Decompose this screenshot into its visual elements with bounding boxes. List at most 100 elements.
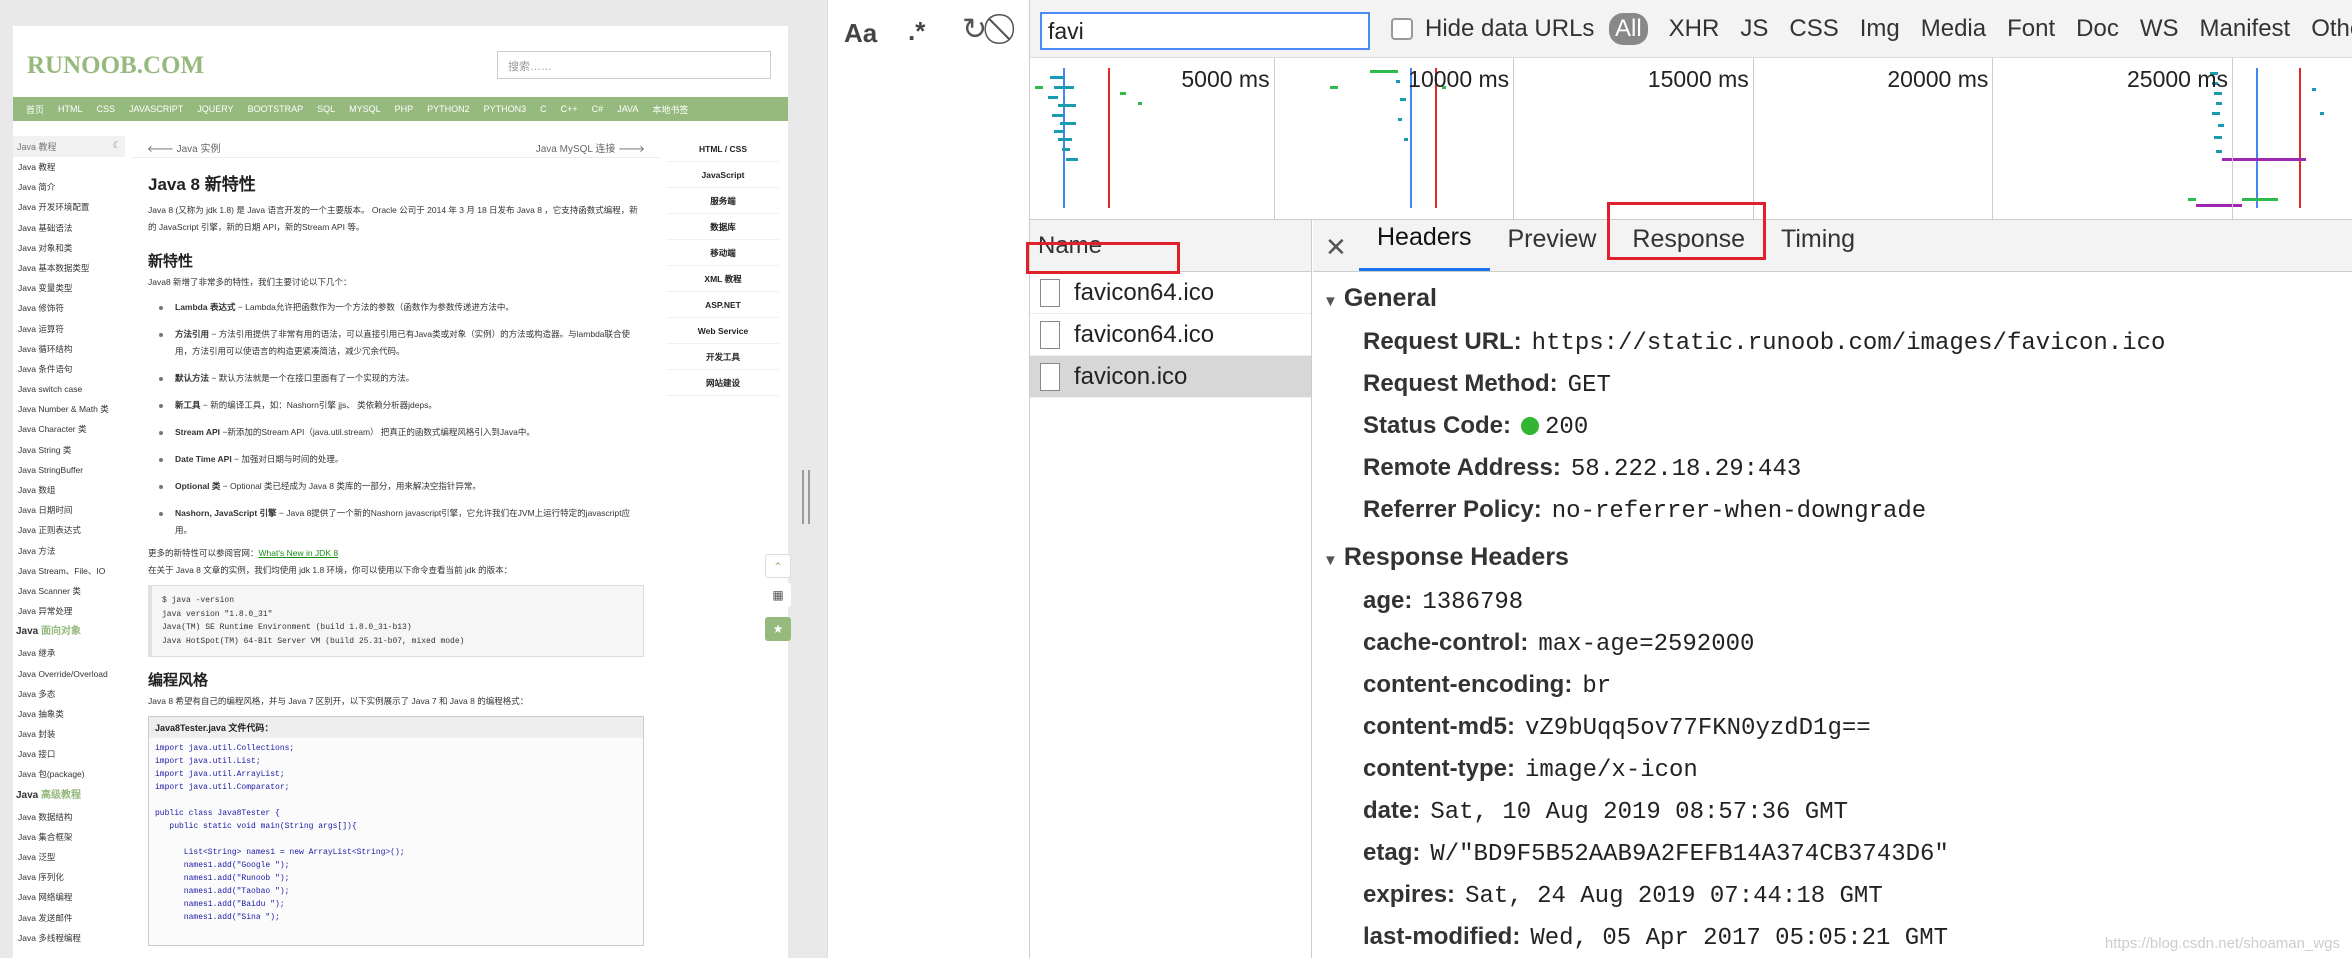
type-filter-media[interactable]: Media [1921, 15, 1986, 43]
topnav-item[interactable]: JAVASCRIPT [129, 104, 183, 114]
topnav-item[interactable]: JAVA [617, 104, 638, 114]
topnav-item[interactable]: PYTHON3 [484, 104, 527, 114]
right-nav-item[interactable]: 数据库 [667, 214, 779, 240]
pane-resize-handle[interactable] [802, 470, 810, 524]
sidebar-item[interactable]: Java StringBuffer [13, 460, 125, 480]
right-nav-item[interactable]: HTML / CSS [667, 136, 779, 162]
sidebar-item[interactable]: Java 网络编程 [13, 887, 125, 907]
tab-timing[interactable]: Timing [1763, 219, 1873, 271]
checkbox-box[interactable] [1391, 18, 1413, 40]
sidebar-item[interactable]: Java Number & Math 类 [13, 399, 125, 419]
sidebar-item[interactable]: Java 条件语句 [13, 359, 125, 379]
topnav-item[interactable]: C++ [561, 104, 578, 114]
right-nav-item[interactable]: 网站建设 [667, 370, 779, 396]
site-logo[interactable]: RUNOOB.COM [27, 52, 204, 80]
right-nav-item[interactable]: ASP.NET [667, 292, 779, 318]
close-icon[interactable]: ✕ [1325, 232, 1347, 263]
sidebar-item[interactable]: Java 继承 [13, 643, 125, 663]
type-filter-manifest[interactable]: Manifest [2200, 15, 2291, 43]
sidebar-item[interactable]: Java String 类 [13, 440, 125, 460]
sidebar-item[interactable]: Java switch case [13, 379, 125, 399]
type-filter-ws[interactable]: WS [2140, 15, 2179, 43]
sidebar-item[interactable]: Java 包(package) [13, 764, 125, 784]
sidebar-item[interactable]: Java 日期时间 [13, 500, 125, 520]
sidebar-item[interactable]: Java 基本数据类型 [13, 258, 125, 278]
type-filter-doc[interactable]: Doc [2076, 15, 2119, 43]
sidebar-item[interactable]: Java 修饰符 [13, 298, 125, 318]
topnav-item[interactable]: MYSQL [349, 104, 381, 114]
sidebar-item[interactable]: Java 抽象类 [13, 704, 125, 724]
match-case-button[interactable]: Aa [844, 18, 877, 49]
header-row: content-type: image/x-icon [1313, 748, 2352, 790]
general-section-header[interactable]: ▼ General [1313, 272, 2352, 321]
prev-link[interactable]: 🡐 Java 实例 [147, 140, 221, 155]
jdk8-link[interactable]: What's New in JDK 8 [259, 548, 339, 558]
refresh-icon[interactable]: ↻ [962, 12, 987, 47]
right-nav-item[interactable]: Web Service [667, 318, 779, 344]
sidebar-item[interactable]: Java 开发环境配置 [13, 197, 125, 217]
sidebar-item[interactable]: Java Character 类 [13, 419, 125, 439]
topnav-item[interactable]: 本地书签 [652, 103, 688, 116]
sidebar-item[interactable]: Java 封装 [13, 724, 125, 744]
right-nav-item[interactable]: 开发工具 [667, 344, 779, 370]
topnav-item[interactable]: 首页 [26, 103, 44, 116]
type-filter-all[interactable]: All [1609, 13, 1648, 45]
topnav-item[interactable]: BOOTSTRAP [248, 104, 304, 114]
sidebar-item[interactable]: Java Scanner 类 [13, 581, 125, 601]
tab-headers[interactable]: Headers [1359, 219, 1490, 271]
sidebar-item[interactable]: Java Stream、File、IO [13, 561, 125, 581]
topnav-item[interactable]: PYTHON2 [427, 104, 470, 114]
topnav-item[interactable]: CSS [97, 104, 116, 114]
right-nav-item[interactable]: 移动端 [667, 240, 779, 266]
topnav-item[interactable]: C# [592, 104, 604, 114]
sidebar-item[interactable]: Java 方法 [13, 541, 125, 561]
sidebar-item[interactable]: Java 循环结构 [13, 339, 125, 359]
type-filter-xhr[interactable]: XHR [1669, 15, 1720, 43]
topnav-item[interactable]: C [540, 104, 547, 114]
type-filter-img[interactable]: Img [1860, 15, 1900, 43]
topnav-item[interactable]: HTML [58, 104, 83, 114]
response-headers-section-header[interactable]: ▼ Response Headers [1313, 531, 2352, 580]
bookmark-star-icon[interactable]: ★ [765, 617, 791, 641]
right-nav-item[interactable]: 服务端 [667, 188, 779, 214]
sidebar-item[interactable]: Java Override/Overload [13, 664, 125, 684]
sidebar-item[interactable]: Java 对象和类 [13, 238, 125, 258]
sidebar-item[interactable]: Java 运算符 [13, 319, 125, 339]
topnav-item[interactable]: JQUERY [197, 104, 233, 114]
type-filter-css[interactable]: CSS [1789, 15, 1838, 43]
sidebar-item[interactable]: Java 泛型 [13, 847, 125, 867]
sidebar-item[interactable]: Java 多态 [13, 684, 125, 704]
right-nav-item[interactable]: JavaScript [667, 162, 779, 188]
regex-button[interactable]: .* [908, 16, 925, 47]
site-search-input[interactable]: 搜索…… [497, 51, 771, 79]
request-row[interactable]: favicon.ico [1030, 356, 1311, 398]
qrcode-icon[interactable]: ▦ [765, 583, 791, 607]
sidebar-item[interactable]: Java 发送邮件 [13, 908, 125, 928]
topnav-item[interactable]: SQL [317, 104, 335, 114]
sidebar-item[interactable]: Java 教程 [13, 157, 125, 177]
sidebar-item[interactable]: Java 变量类型 [13, 278, 125, 298]
sidebar-item[interactable]: Java 正则表达式 [13, 520, 125, 540]
chevron-up-icon[interactable]: ⌃ [765, 554, 791, 578]
sidebar-item[interactable]: Java 集合框架 [13, 827, 125, 847]
request-row[interactable]: favicon64.ico [1030, 314, 1311, 356]
sidebar-item[interactable]: Java 简介 [13, 177, 125, 197]
type-filter-js[interactable]: JS [1740, 15, 1768, 43]
sidebar-item[interactable]: Java 多线程编程 [13, 928, 125, 948]
right-nav-item[interactable]: XML 教程 [667, 266, 779, 292]
topnav-item[interactable]: PHP [395, 104, 414, 114]
request-row[interactable]: favicon64.ico [1030, 272, 1311, 314]
type-filter-font[interactable]: Font [2007, 15, 2055, 43]
next-link[interactable]: Java MySQL 连接 🡒 [536, 140, 645, 155]
sidebar-item[interactable]: Java 数组 [13, 480, 125, 500]
sidebar-item[interactable]: Java 数据结构 [13, 807, 125, 827]
moon-icon[interactable]: ☾ [113, 140, 121, 153]
sidebar-item[interactable]: Java 接口 [13, 744, 125, 764]
type-filter-other[interactable]: Other [2311, 15, 2352, 43]
sidebar-item[interactable]: Java 序列化 [13, 867, 125, 887]
filter-input[interactable]: favi [1040, 12, 1370, 50]
sidebar-item[interactable]: Java 基础语法 [13, 218, 125, 238]
hide-data-urls-checkbox[interactable]: Hide data URLs [1391, 15, 1594, 43]
tab-preview[interactable]: Preview [1490, 219, 1615, 271]
sidebar-item[interactable]: Java 异常处理 [13, 601, 125, 621]
